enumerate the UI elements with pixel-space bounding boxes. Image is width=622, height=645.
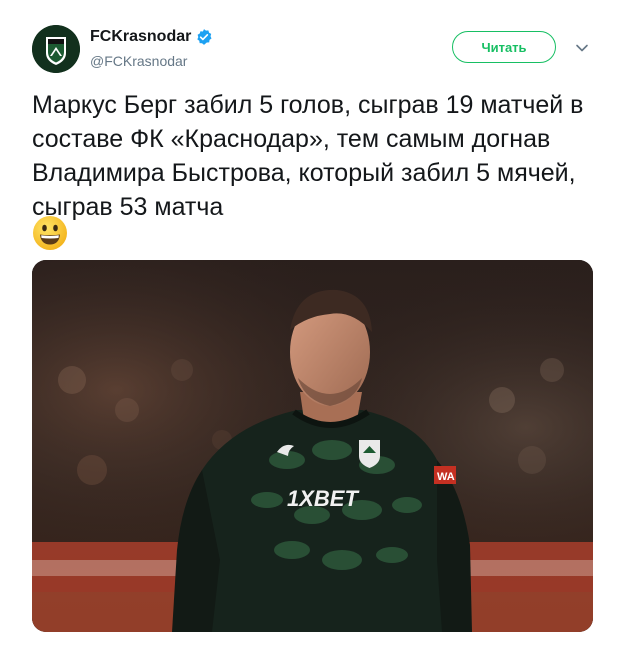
jersey-sponsor-text: 1XBET (287, 486, 359, 511)
tweet-card: FCKrasnodar @FCKrasnodar Читать Маркус Б… (0, 0, 622, 645)
sleeve-patch-text: WA (437, 471, 455, 483)
tweet-photo[interactable]: 1XBET WA (32, 260, 593, 632)
tweet-text: Маркус Берг забил 5 голов, сыграв 19 мат… (32, 91, 584, 221)
follow-button[interactable]: Читать (452, 31, 556, 63)
smiling-face-emoji-icon (33, 216, 67, 250)
user-name-row[interactable]: FCKrasnodar (90, 28, 213, 46)
photo-player-image: 1XBET WA (32, 260, 593, 632)
user-handle[interactable]: @FCKrasnodar (90, 53, 187, 69)
avatar[interactable] (32, 25, 80, 73)
display-name[interactable]: FCKrasnodar (90, 28, 191, 46)
fc-krasnodar-crest-icon (32, 25, 80, 73)
verified-badge-icon (197, 29, 212, 45)
chevron-down-icon[interactable] (574, 40, 590, 56)
